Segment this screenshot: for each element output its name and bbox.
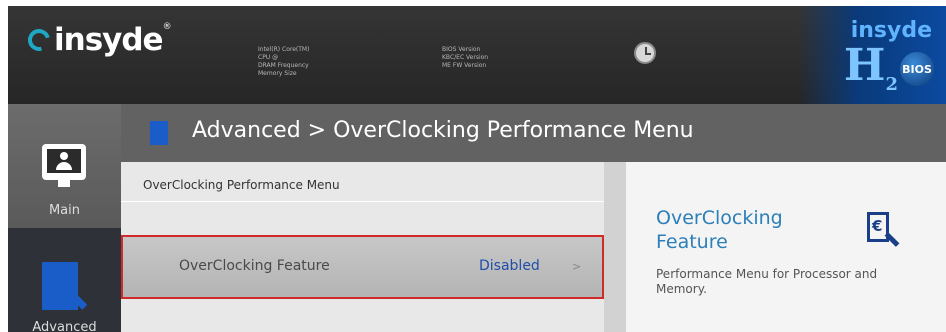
help-description: Performance Menu for Processor and Memor… [656, 267, 878, 296]
bios-info: BIOS Version KBC/EC Version ME FW Versio… [442, 46, 488, 70]
euro-document-magnifier-icon [867, 212, 889, 242]
logo-registered-mark: ® [162, 22, 172, 32]
cpu-info-line: Intel(R) Core(TM) [258, 46, 310, 53]
brand-h2-text: H [843, 40, 886, 91]
cpu-info-line: DRAM Frequency [258, 62, 309, 69]
document-magnifier-icon [150, 121, 168, 145]
brand-bios-badge: BIOS [900, 52, 934, 86]
insyde-logo-mark-icon [23, 24, 55, 56]
bios-header: insyde® Intel(R) Core(TM) CPU @ DRAM Fre… [8, 6, 946, 104]
setting-row-overclocking-feature[interactable]: OverClocking Feature Disabled > [121, 235, 604, 299]
monitor-user-icon [42, 144, 86, 180]
insyde-h2o-bios-brand: insyde H2 BIOS [798, 6, 946, 104]
page-title: Advanced > OverClocking Performance Menu [192, 118, 694, 143]
cpu-info: Intel(R) Core(TM) CPU @ DRAM Frequency M… [258, 46, 309, 78]
bios-info-line: BIOS Version [442, 46, 481, 53]
sidebar: Main Advanced [8, 104, 121, 332]
help-panel: OverClocking Feature Performance Menu fo… [626, 162, 946, 332]
setting-value[interactable]: Disabled [479, 258, 540, 274]
page-titlebar: Advanced > OverClocking Performance Menu [121, 104, 946, 162]
sidebar-item-label: Advanced [32, 320, 97, 332]
cpu-info-line: Memory Size [258, 70, 297, 77]
chevron-right-icon: > [572, 260, 582, 273]
sidebar-item-advanced[interactable]: Advanced [8, 228, 121, 332]
setting-label: OverClocking Feature [179, 258, 330, 274]
bios-info-line: KBC/EC Version [442, 54, 489, 61]
settings-panel-heading: OverClocking Performance Menu [143, 178, 340, 192]
document-magnifier-icon [42, 262, 78, 310]
sidebar-item-label: Main [48, 203, 81, 218]
settings-panel-header: OverClocking Performance Menu [121, 162, 604, 202]
settings-panel: OverClocking Performance Menu OverClocki… [121, 162, 604, 332]
bios-info-line: ME FW Version [442, 62, 487, 69]
help-title: OverClocking Feature [656, 207, 783, 253]
cpu-info-line: CPU @ [258, 54, 279, 61]
insyde-logo: insyde® [23, 22, 172, 58]
clock-icon[interactable] [634, 42, 656, 64]
logo-text: insyde [54, 22, 164, 58]
brand-h2-subscript: 2 [885, 73, 898, 95]
panel-divider [604, 162, 626, 332]
sidebar-item-main[interactable]: Main [8, 104, 121, 228]
